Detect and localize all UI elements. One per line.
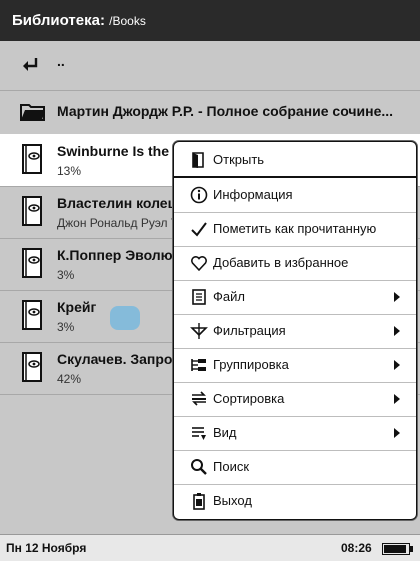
exit-icon [190,492,208,510]
menu-item-label: Пометить как прочитанную [213,221,377,236]
list-item-folder[interactable]: Мартин Джордж Р.Р. - Полное собрание соч… [0,90,420,135]
status-time: 08:26 [341,541,372,555]
menu-item-sort[interactable]: Сортировка [174,382,416,416]
menu-item-label: Файл [213,289,245,304]
header-title: Библиотека: [12,12,105,29]
menu-item-file[interactable]: Файл [174,280,416,314]
status-bar: Пн 12 Ноября 08:26 [0,534,420,561]
heart-icon [190,254,208,272]
menu-item-label: Добавить в избранное [213,255,349,270]
submenu-arrow-icon [394,292,400,302]
menu-item-label: Открыть [213,152,265,167]
info-icon [190,186,208,204]
book-title: Скулачев. Запро [57,351,173,367]
menu-item-group[interactable]: Группировка [174,348,416,382]
menu-item-mark-read[interactable]: Пометить как прочитанную [174,212,416,246]
submenu-arrow-icon [394,394,400,404]
up-label: .. [57,53,65,69]
view-icon [190,424,208,442]
folder-label: Мартин Джордж Р.Р. - Полное собрание соч… [57,103,394,119]
submenu-arrow-icon [394,360,400,370]
submenu-arrow-icon [394,326,400,336]
menu-item-exit[interactable]: Выход [174,484,416,518]
book-title: Крейг [57,299,97,315]
menu-item-favorite[interactable]: Добавить в избранное [174,246,416,280]
book-title: Властелин колец [57,195,177,211]
menu-item-label: Поиск [213,459,250,474]
back-arrow-icon [22,56,40,77]
menu-item-filter[interactable]: Фильтрация [174,314,416,348]
folder-icon [20,102,46,127]
status-date: Пн 12 Ноября [6,541,87,555]
book-title: Swinburne Is the [57,143,170,159]
book-cover-icon [22,196,42,231]
battery-icon [382,543,413,555]
book-cover-icon [22,300,42,335]
group-icon [190,356,208,374]
menu-item-open[interactable]: Открыть [174,143,416,177]
book-cover-icon [22,144,42,179]
menu-item-label: Группировка [213,357,289,372]
book-progress: 42% [57,372,82,386]
watermark-logo [100,304,150,344]
menu-item-search[interactable]: Поиск [174,450,416,484]
menu-item-label: Сортировка [213,391,285,406]
book-progress: 13% [57,164,82,178]
menu-item-label: Информация [213,187,293,202]
battery-level [384,545,406,553]
book-title: К.Поппер Эволю [57,247,173,263]
page-title: Библиотека: /Books [12,12,146,29]
context-menu: Открыть Информация Пометить как прочитан… [173,141,417,520]
open-book-icon [190,151,208,169]
checkmark-icon [190,220,208,238]
header-path: /Books [109,14,146,28]
filter-icon [190,322,208,340]
search-icon [190,458,208,476]
submenu-arrow-icon [394,428,400,438]
file-icon [190,288,208,306]
menu-item-info[interactable]: Информация [174,178,416,212]
book-cover-icon [22,352,42,387]
app-header: Библиотека: /Books [0,0,420,41]
menu-item-label: Выход [213,493,252,508]
book-cover-icon [22,248,42,283]
menu-item-label: Фильтрация [213,323,286,338]
menu-item-label: Вид [213,425,237,440]
sort-icon [190,390,208,408]
book-author: Джон Рональд Руэл Т [57,216,179,230]
book-progress: 3% [57,320,75,334]
book-progress: 3% [57,268,75,282]
menu-item-view[interactable]: Вид [174,416,416,450]
list-item-up[interactable]: .. [0,41,420,91]
